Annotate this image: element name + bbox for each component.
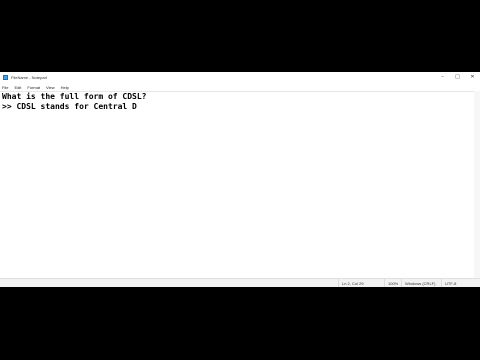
menu-view[interactable]: View [46,85,55,90]
status-bar: Ln 2, Col 29 100% Windows (CRLF) UTF-8 [0,278,480,287]
minimize-button[interactable]: – [435,72,450,82]
notepad-app-icon [3,74,8,80]
zoom-level: 100% [384,279,401,287]
maximize-button[interactable]: □ [450,72,465,82]
menu-file[interactable]: File [2,85,8,90]
line-ending: Windows (CRLF) [401,279,441,287]
editor-line: >> CDSL stands for Central D [2,102,137,111]
menu-help[interactable]: Help [61,85,69,90]
notepad-window: FileName - Notepad – □ ✕ File Edit Forma… [0,72,480,287]
menu-edit[interactable]: Edit [14,85,21,90]
vertical-scrollbar[interactable] [474,91,480,279]
title-bar: FileName - Notepad – □ ✕ [0,72,480,83]
menu-format[interactable]: Format [27,85,40,90]
editor-line: What is the full form of CDSL? [2,92,147,101]
close-button[interactable]: ✕ [465,72,480,82]
window-title: FileName - Notepad [11,74,47,80]
text-editor-area[interactable]: What is the full form of CDSL? >> CDSL st… [0,91,474,279]
cursor-position: Ln 2, Col 29 [338,279,384,287]
encoding: UTF-8 [441,279,480,287]
